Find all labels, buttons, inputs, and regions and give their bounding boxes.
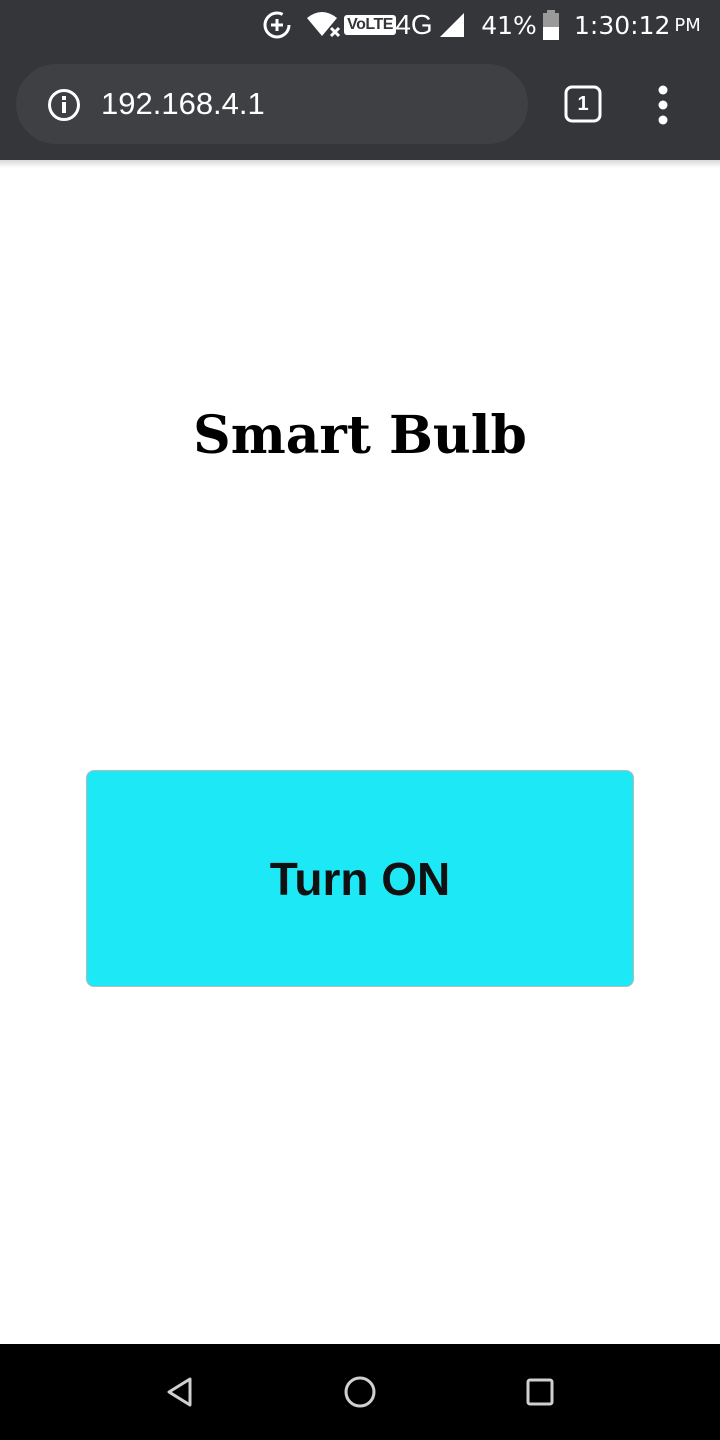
- status-bar: VoLTE 4G 41% 1:30:12 PM: [0, 0, 720, 50]
- info-icon[interactable]: [47, 88, 81, 122]
- more-menu-button[interactable]: [648, 84, 678, 126]
- wifi-no-internet-icon: [304, 0, 344, 50]
- url-text[interactable]: 192.168.4.1: [101, 64, 265, 144]
- clock: 1:30:12 PM: [574, 0, 710, 50]
- battery-percent: 41%: [480, 0, 538, 50]
- network-type-label: 4G: [395, 9, 433, 40]
- more-vert-icon: [658, 85, 668, 125]
- recents-button[interactable]: [520, 1372, 560, 1412]
- browser-toolbar: 192.168.4.1 1: [0, 50, 720, 160]
- home-icon: [344, 1376, 376, 1408]
- tab-count: 1: [577, 93, 589, 115]
- volte-label: VoLTE: [344, 15, 396, 35]
- tab-switcher-button[interactable]: 1: [564, 85, 602, 123]
- clock-time: 1:30:12: [574, 10, 671, 40]
- navigation-bar: [0, 1344, 720, 1440]
- home-button[interactable]: [340, 1372, 380, 1412]
- signal-icon: [436, 0, 468, 50]
- turn-on-button[interactable]: Turn ON: [86, 770, 634, 987]
- volte-icon: VoLTE: [344, 0, 396, 50]
- battery-icon: [540, 0, 562, 50]
- page-title: Smart Bulb: [193, 405, 527, 466]
- turn-on-button-label: Turn ON: [269, 852, 451, 905]
- clock-ampm: PM: [674, 14, 701, 36]
- back-button[interactable]: [160, 1372, 200, 1412]
- toolbar-shadow: [0, 160, 720, 168]
- recents-icon: [526, 1378, 554, 1406]
- address-bar[interactable]: 192.168.4.1: [16, 64, 528, 144]
- network-type: 4G: [394, 0, 434, 50]
- back-icon: [167, 1377, 192, 1407]
- battery-percent-label: 41%: [481, 10, 537, 40]
- data-saver-icon: [260, 0, 294, 50]
- phone-screen: VoLTE 4G 41% 1:30:12 PM 192.168.4.1 1 Sm…: [0, 0, 720, 1440]
